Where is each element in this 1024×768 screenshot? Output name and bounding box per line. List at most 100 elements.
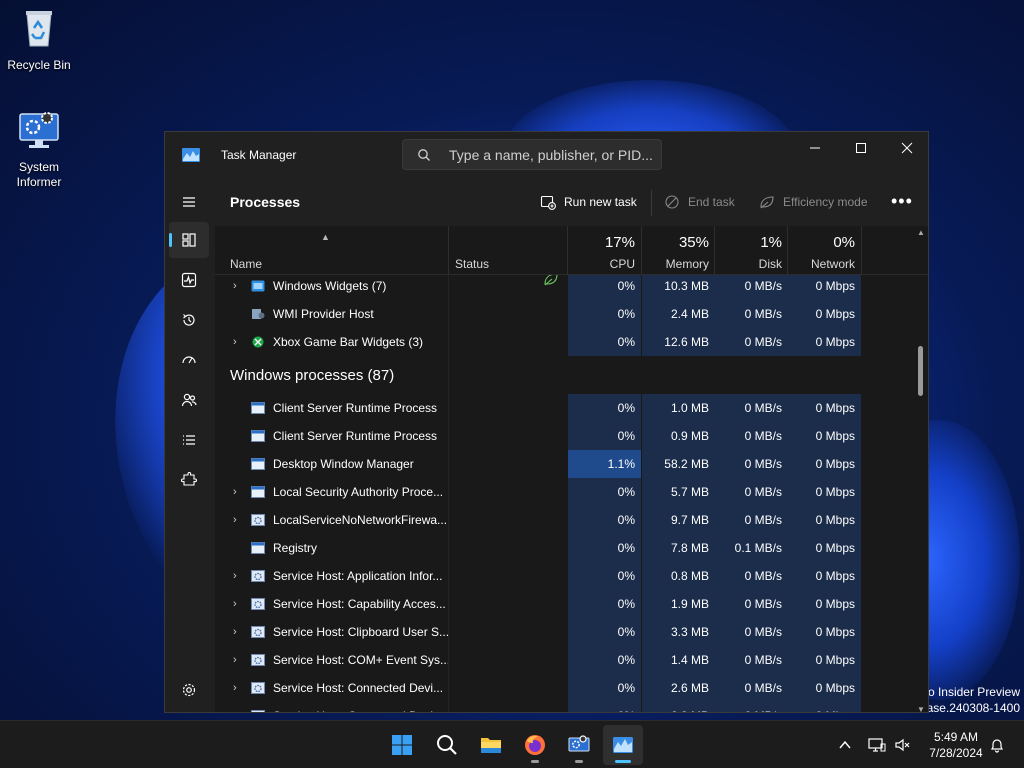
column-header-disk[interactable]: 1% Disk <box>715 226 788 275</box>
nav-settings[interactable] <box>169 672 209 708</box>
nav-services[interactable] <box>169 462 209 498</box>
expand-chevron-icon[interactable]: › <box>233 702 237 712</box>
taskbar-clock[interactable]: 5:49 AM 7/28/2024 <box>918 729 994 761</box>
nav-details[interactable] <box>169 422 209 458</box>
maximize-button[interactable] <box>838 132 884 164</box>
table-row[interactable]: › Service Host: COM+ Event Sys... 0% 1.4 MB… <box>215 646 928 674</box>
column-header-network[interactable]: 0% Network <box>788 226 861 275</box>
expand-chevron-icon[interactable]: › <box>233 674 237 702</box>
end-task-button[interactable]: End task <box>664 194 735 210</box>
service-host-icon <box>251 514 265 526</box>
service-host-icon <box>251 570 265 582</box>
notifications-button[interactable] <box>984 721 1010 768</box>
expand-chevron-icon[interactable]: › <box>233 506 237 534</box>
disk-cell: 0 MB/s <box>715 300 788 328</box>
process-name: Service Host: Application Infor... <box>273 569 443 583</box>
table-row[interactable]: Client Server Runtime Process 0% 0.9 MB 0 M… <box>215 422 928 450</box>
column-header-status[interactable]: Status <box>449 226 567 275</box>
search-box[interactable]: Type a name, publisher, or PID... <box>402 139 662 170</box>
close-button[interactable] <box>884 132 928 164</box>
disk-cell: 0 MB/s <box>715 674 788 702</box>
taskbar-search-button[interactable] <box>427 725 467 765</box>
efficiency-mode-button[interactable]: Efficiency mode <box>759 194 868 210</box>
expand-chevron-icon[interactable]: › <box>233 646 237 674</box>
group-header-row[interactable]: Windows processes (87) <box>215 356 928 394</box>
services-icon <box>181 472 197 486</box>
table-row[interactable]: › Local Security Authority Proce... 0% 5.7 … <box>215 478 928 506</box>
scroll-up-arrow-icon[interactable]: ▲ <box>917 228 925 237</box>
cpu-cell: 0% <box>568 328 641 356</box>
process-name-cell: › Windows Widgets (7) <box>215 275 448 300</box>
table-row[interactable]: Registry 0% 7.8 MB 0.1 MB/s 0 Mbps <box>215 534 928 562</box>
vertical-scrollbar[interactable]: ▲ ▼ <box>915 228 928 712</box>
startup-apps-icon <box>182 356 196 364</box>
table-row[interactable]: Client Server Runtime Process 0% 1.0 MB 0 M… <box>215 394 928 422</box>
network-cell: 0 Mbps <box>788 300 861 328</box>
column-header-memory[interactable]: 35% Memory <box>642 226 715 275</box>
expand-chevron-icon[interactable]: › <box>233 562 237 590</box>
title-bar[interactable]: Task Manager Type a name, publisher, or … <box>165 132 928 178</box>
leaf-icon <box>760 196 774 209</box>
scroll-down-arrow-icon[interactable]: ▼ <box>917 705 925 712</box>
column-total: 0% <box>833 234 855 251</box>
end-task-icon <box>665 195 679 209</box>
column-divider <box>714 226 715 275</box>
column-label: CPU <box>609 257 635 271</box>
expand-chevron-icon[interactable]: › <box>233 478 237 506</box>
table-row[interactable]: Desktop Window Manager 1.1% 58.2 MB 0 MB/s 0… <box>215 450 928 478</box>
network-tray-button[interactable] <box>864 721 890 768</box>
expand-chevron-icon[interactable]: › <box>233 590 237 618</box>
scrollbar-thumb[interactable] <box>918 346 923 396</box>
expand-chevron-icon[interactable]: › <box>233 328 237 356</box>
table-row[interactable]: › Service Host: Capability Acces... 0% 1.9 … <box>215 590 928 618</box>
taskbar-firefox[interactable] <box>515 725 555 765</box>
watermark-line: ease.240308-1400 <box>919 701 1020 715</box>
process-name-cell: › Service Host: Application Infor... <box>215 562 448 590</box>
desktop-icon-system-informer[interactable]: System Informer <box>0 108 78 190</box>
nav-app-history[interactable] <box>169 302 209 338</box>
column-header-cpu[interactable]: 17% CPU <box>568 226 641 275</box>
column-label: Disk <box>758 257 782 271</box>
more-options-button[interactable]: ••• <box>891 191 913 212</box>
table-row[interactable]: WMI Provider Host 0% 2.4 MB 0 MB/s 0 Mbps <box>215 300 928 328</box>
memory-cell: 10.3 MB <box>642 275 715 300</box>
network-cell: 0 Mbps <box>788 422 861 450</box>
search-placeholder[interactable]: Type a name, publisher, or PID... <box>449 147 653 163</box>
service-host-icon <box>251 710 265 712</box>
clock-time: 5:49 AM <box>933 730 979 744</box>
table-row[interactable]: › Service Host: Application Infor... 0% 0.8… <box>215 562 928 590</box>
task-manager-window: Task Manager Type a name, publisher, or … <box>164 131 929 713</box>
process-name: LocalServiceNoNetworkFirewa... <box>273 513 448 527</box>
process-name-cell: › Service Host: COM+ Event Sys... <box>215 646 448 674</box>
window-app-icon <box>251 430 265 442</box>
memory-cell: 2.3 MB <box>642 702 715 712</box>
minimize-button[interactable] <box>792 132 838 164</box>
column-header-name[interactable]: Name <box>215 226 448 275</box>
nav-users[interactable] <box>169 382 209 418</box>
taskbar-file-explorer[interactable] <box>471 725 511 765</box>
taskbar-system-informer[interactable] <box>559 725 599 765</box>
taskbar-task-manager[interactable] <box>603 725 643 765</box>
expand-chevron-icon[interactable]: › <box>233 275 237 300</box>
table-row[interactable]: › Service Host: Clipboard User S... 0% 3.3 … <box>215 618 928 646</box>
run-new-task-button[interactable]: Run new task <box>540 194 637 210</box>
nav-hamburger[interactable] <box>169 184 209 220</box>
disk-cell: 0 MB/s <box>715 422 788 450</box>
nav-startup-apps[interactable] <box>169 342 209 378</box>
taskbar-start-button[interactable] <box>382 725 422 765</box>
start-icon <box>392 735 412 755</box>
disk-cell: 0.1 MB/s <box>715 534 788 562</box>
app-history-icon <box>183 314 195 326</box>
run-task-icon <box>540 195 556 210</box>
nav-performance[interactable] <box>169 262 209 298</box>
volume-tray-button[interactable] <box>890 721 916 768</box>
table-row[interactable]: › Service Host: Connected Devi... 0%2.3 MB… <box>215 702 928 712</box>
show-hidden-icons-button[interactable] <box>832 721 858 768</box>
desktop-icon-recycle-bin[interactable]: Recycle Bin <box>0 6 78 73</box>
table-row[interactable]: › Windows Widgets (7) 0% 10.3 MB 0 MB/s 0 Mbp… <box>215 275 928 300</box>
table-row[interactable]: › LocalServiceNoNetworkFirewa... 0% 9.7 MB 0… <box>215 506 928 534</box>
table-row[interactable]: › Xbox Game Bar Widgets (3) 0% 12.6 MB 0 MB/… <box>215 328 928 356</box>
nav-processes[interactable] <box>169 222 209 258</box>
expand-chevron-icon[interactable]: › <box>233 618 237 646</box>
table-row[interactable]: › Service Host: Connected Devi... 0% 2.6 MB… <box>215 674 928 702</box>
